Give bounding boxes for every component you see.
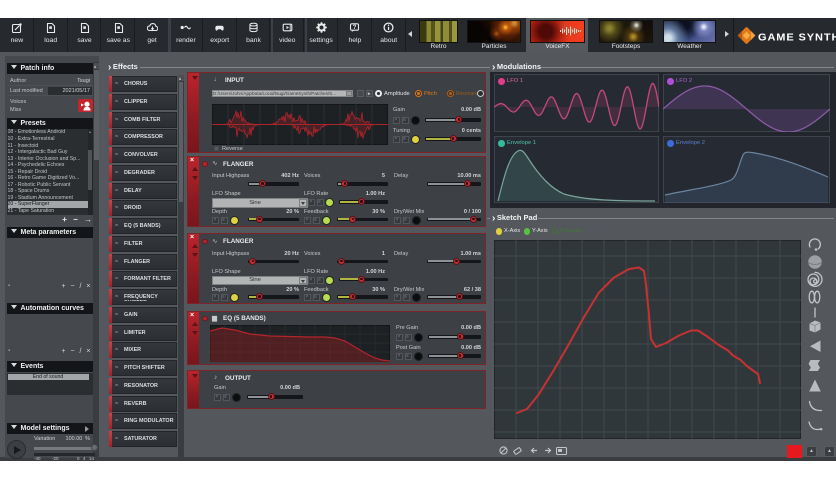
svg-text:?: ? — [353, 25, 357, 31]
